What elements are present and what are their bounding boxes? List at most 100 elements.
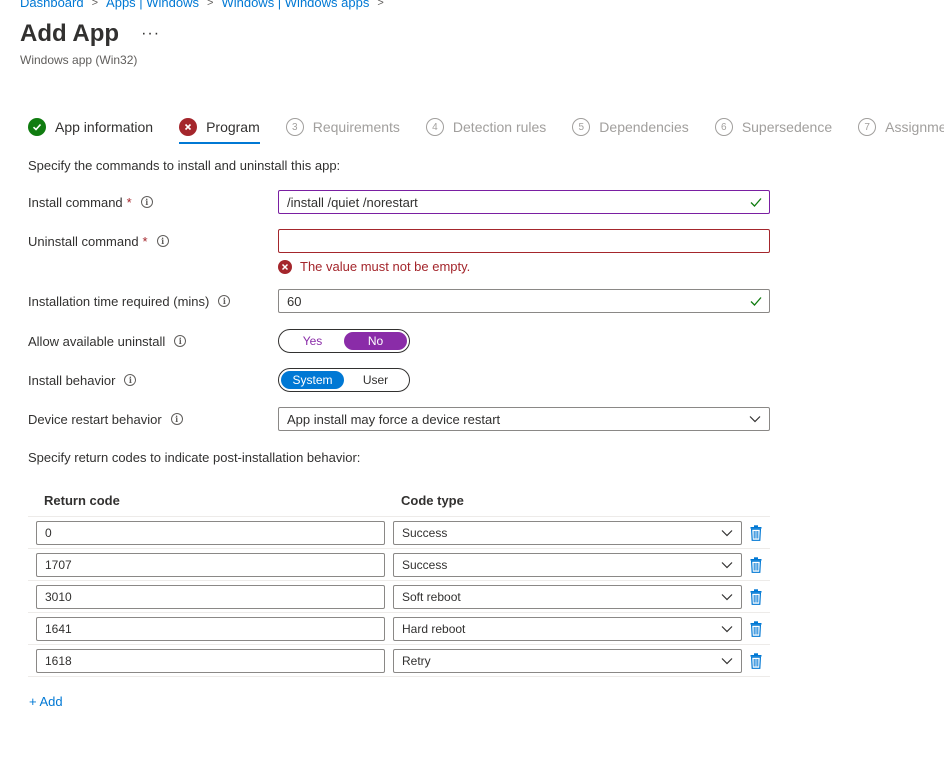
return-code-input[interactable]: 0 xyxy=(36,520,385,545)
step-number: 3 xyxy=(285,118,304,136)
code-type-dropdown[interactable]: Retry xyxy=(393,648,742,673)
tab-dependencies[interactable]: 5 Dependencies xyxy=(572,114,689,140)
table-header: Return code Code type xyxy=(28,485,770,517)
toggle-option-no[interactable]: No xyxy=(344,332,407,350)
step-number: 5 xyxy=(572,118,591,136)
tab-label: App information xyxy=(55,119,154,135)
table-row: 0 Success xyxy=(28,517,770,549)
chevron-right-icon: > xyxy=(207,0,214,9)
breadcrumb-dashboard[interactable]: Dashboard xyxy=(20,0,84,10)
chevron-down-icon xyxy=(721,593,733,600)
code-type-dropdown[interactable]: Success xyxy=(393,520,742,545)
chevron-right-icon: > xyxy=(91,0,99,9)
install-behavior-row: Install behavior i System User xyxy=(28,368,410,392)
input-value: 1618 xyxy=(45,653,72,668)
tab-detection-rules[interactable]: 4 Detection rules xyxy=(425,114,547,140)
delete-trash-icon[interactable] xyxy=(750,524,762,541)
uninstall-error-message: The value must not be empty. xyxy=(278,259,470,274)
code-type-dropdown[interactable]: Soft reboot xyxy=(393,584,742,609)
input-value: 0 xyxy=(45,525,52,540)
label-text: Installation time required (mins) xyxy=(28,293,210,309)
input-value: 1707 xyxy=(45,557,72,572)
breadcrumb-apps-windows[interactable]: Apps | Windows xyxy=(106,0,199,10)
dropdown-value: Hard reboot xyxy=(402,621,466,636)
delete-trash-icon[interactable] xyxy=(750,556,762,573)
tab-program[interactable]: Program xyxy=(179,114,260,144)
info-icon[interactable]: i xyxy=(170,413,183,425)
add-return-code-button[interactable]: + Add xyxy=(29,694,63,709)
tab-label: Detection rules xyxy=(452,119,547,135)
dropdown-value: Retry xyxy=(402,653,431,668)
page-subtitle: Windows app (Win32) xyxy=(20,53,138,67)
allow-uninstall-toggle[interactable]: Yes No xyxy=(278,329,410,353)
chevron-down-icon xyxy=(721,625,733,632)
tab-supersedence[interactable]: 6 Supersedence xyxy=(714,114,832,140)
info-icon[interactable]: i xyxy=(174,335,187,347)
code-type-dropdown[interactable]: Hard reboot xyxy=(393,616,742,641)
delete-trash-icon[interactable] xyxy=(750,652,762,669)
tab-requirements[interactable]: 3 Requirements xyxy=(285,114,400,140)
header-return-code: Return code xyxy=(44,493,120,508)
delete-trash-icon[interactable] xyxy=(750,620,762,637)
checkmark-icon xyxy=(750,297,762,306)
install-time-input[interactable]: 60 xyxy=(278,289,770,313)
page: Dashboard > Apps | Windows > Windows | W… xyxy=(0,0,944,770)
uninstall-command-row: Uninstall command * i xyxy=(28,229,770,253)
chevron-down-icon xyxy=(721,561,733,568)
dropdown-value: Success xyxy=(402,525,448,540)
install-command-row: Install command * i /install /quiet /nor… xyxy=(28,190,770,214)
restart-behavior-row: Device restart behavior i App install ma… xyxy=(28,407,770,431)
wizard-tabs: App information Program 3 Requirements 4… xyxy=(28,114,944,144)
restart-behavior-dropdown[interactable]: App install may force a device restart xyxy=(278,407,770,431)
table-row: 1618 Retry xyxy=(28,645,770,677)
chevron-down-icon xyxy=(721,657,733,664)
step-number: 7 xyxy=(858,118,877,136)
info-icon[interactable]: i xyxy=(156,235,169,247)
table-row: 1641 Hard reboot xyxy=(28,613,770,645)
allow-uninstall-row: Allow available uninstall i Yes No xyxy=(28,329,410,353)
breadcrumb: Dashboard > Apps | Windows > Windows | W… xyxy=(20,0,392,10)
dropdown-value: App install may force a device restart xyxy=(287,411,501,427)
info-icon[interactable]: i xyxy=(140,196,153,208)
input-value: /install /quiet /norestart xyxy=(287,194,418,210)
allow-uninstall-label: Allow available uninstall i xyxy=(28,334,278,349)
install-behavior-toggle[interactable]: System User xyxy=(278,368,410,392)
chevron-down-icon xyxy=(721,529,733,536)
breadcrumb-windows-apps[interactable]: Windows | Windows apps xyxy=(221,0,369,10)
error-x-icon xyxy=(179,118,198,136)
page-title: Add App xyxy=(20,20,120,47)
table-row: 3010 Soft reboot xyxy=(28,581,770,613)
tab-label: Assignments xyxy=(885,119,944,135)
label-text: Device restart behavior xyxy=(28,411,162,427)
label-text: Install behavior xyxy=(28,372,116,388)
tab-app-information[interactable]: App information xyxy=(28,114,153,140)
title-row: Add App ··· xyxy=(20,20,160,48)
return-codes-intro-text: Specify return codes to indicate post-in… xyxy=(28,450,361,465)
chevron-down-icon xyxy=(749,416,761,423)
checkmark-icon xyxy=(28,118,46,136)
toggle-option-user[interactable]: User xyxy=(344,371,407,389)
code-type-dropdown[interactable]: Success xyxy=(393,552,742,577)
return-code-input[interactable]: 3010 xyxy=(36,584,385,609)
info-icon[interactable]: i xyxy=(218,295,231,307)
chevron-right-icon: > xyxy=(377,0,384,9)
tab-assignments[interactable]: 7 Assignments xyxy=(858,114,944,140)
install-time-label: Installation time required (mins) i xyxy=(28,294,278,309)
info-icon[interactable]: i xyxy=(124,374,137,386)
delete-trash-icon[interactable] xyxy=(750,588,762,605)
uninstall-command-input[interactable] xyxy=(278,229,770,253)
return-code-input[interactable]: 1641 xyxy=(36,616,385,641)
more-options-button[interactable]: ··· xyxy=(141,25,160,43)
return-code-input[interactable]: 1618 xyxy=(36,648,385,673)
error-x-icon xyxy=(278,259,292,274)
input-value: 3010 xyxy=(45,589,72,604)
install-command-input[interactable]: /install /quiet /norestart xyxy=(278,190,770,214)
input-value: 1641 xyxy=(45,621,72,636)
return-code-input[interactable]: 1707 xyxy=(36,552,385,577)
dropdown-value: Soft reboot xyxy=(402,589,461,604)
checkmark-icon xyxy=(750,198,762,207)
toggle-option-system[interactable]: System xyxy=(281,371,344,389)
toggle-option-yes[interactable]: Yes xyxy=(281,332,344,350)
install-time-row: Installation time required (mins) i 60 xyxy=(28,289,770,313)
label-text: Allow available uninstall xyxy=(28,333,166,349)
